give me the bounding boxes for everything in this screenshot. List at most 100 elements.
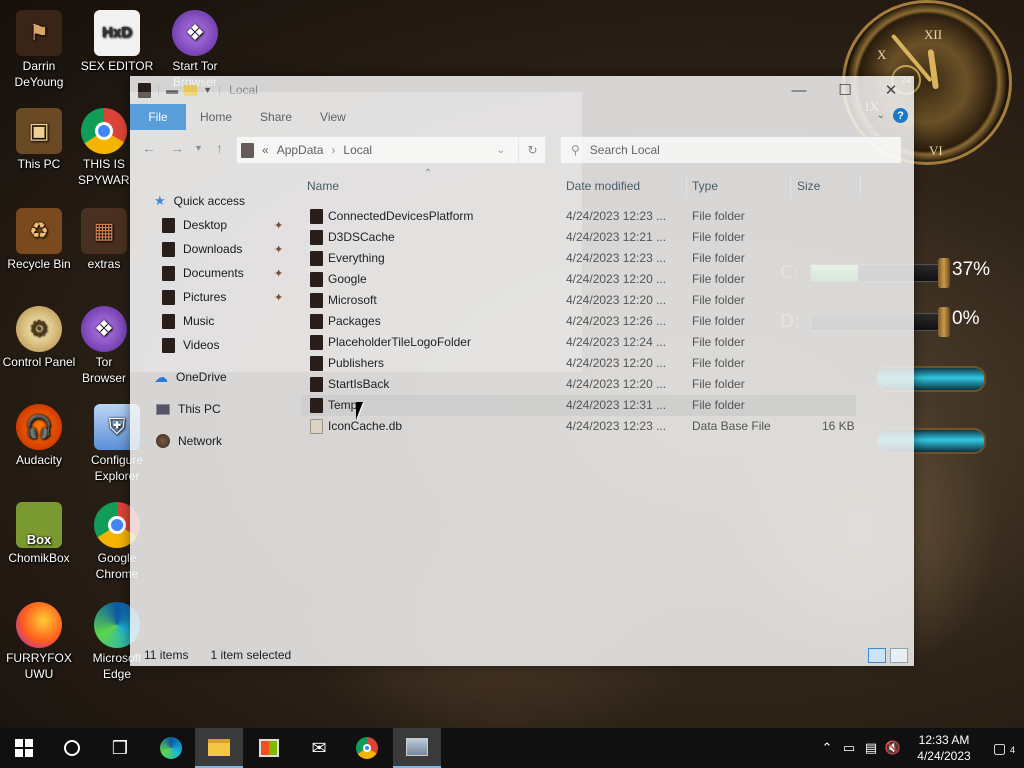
task-view-button[interactable]: ❒ [96, 728, 144, 768]
column-header-size[interactable]: Size [797, 179, 820, 193]
folder-icon [310, 377, 323, 392]
desktop-icon-this-pc[interactable]: ▣ This PC [0, 108, 78, 172]
search-input[interactable] [589, 143, 850, 157]
desktop-icon-spyware[interactable]: THIS IS SPYWARE [78, 108, 130, 188]
file-row[interactable]: ConnectedDevicesPlatform 4/24/2023 12:23… [302, 206, 856, 227]
nav-label: Downloads [183, 242, 243, 256]
tablet-icon[interactable]: ▭ [838, 740, 860, 756]
pin-icon: ✦ [274, 267, 284, 280]
taskbar-clock[interactable]: 12:33 AM 4/24/2023 [904, 732, 984, 764]
desktop-icon-audacity[interactable]: 🎧 Audacity [0, 404, 78, 468]
column-header-date[interactable]: Date modified [566, 179, 640, 193]
column-header-name[interactable]: Name [307, 179, 339, 193]
column-header-type[interactable]: Type [692, 179, 718, 193]
desktop-icon-extras[interactable]: ▦ extras [78, 208, 130, 272]
file-row[interactable]: Microsoft 4/24/2023 12:20 ... File folde… [302, 290, 856, 311]
ribbon-right-controls: ⌄ ? [877, 108, 908, 123]
nav-item-music[interactable]: Music [162, 310, 214, 332]
column-divider[interactable] [560, 174, 561, 198]
nav-label: Music [183, 314, 215, 328]
computer-icon [156, 403, 170, 415]
file-type: File folder [692, 230, 745, 244]
file-row[interactable]: PlaceholderTileLogoFolder 4/24/2023 12:2… [302, 332, 856, 353]
show-hidden-icons-chevron-icon[interactable]: ⌃ [816, 740, 838, 756]
taskbar: ❒ ✉ ⌃ ▭ ▤ 🔇 12:33 AM 4/24/2023 ▢ 4 [0, 728, 1024, 768]
status-bar: 11 items 1 item selected [130, 644, 914, 666]
desktop-icon-tor-browser[interactable]: ❖ Tor Browser [78, 306, 130, 386]
folder-icon [310, 398, 323, 413]
desktop-icon-label: FURRYFOX UWU [6, 651, 72, 681]
drive-bar-cap [938, 307, 950, 337]
file-row[interactable]: Everything 4/24/2023 12:23 ... File fold… [302, 248, 856, 269]
file-name: ConnectedDevicesPlatform [328, 209, 474, 223]
details-view-icon[interactable] [868, 648, 886, 663]
column-divider[interactable] [790, 174, 791, 198]
nav-item-videos[interactable]: Videos [162, 334, 219, 356]
help-icon[interactable]: ? [893, 108, 908, 123]
maximize-button[interactable]: ☐ [822, 76, 868, 104]
desktop-icon-chomikbox[interactable]: Box ChomikBox [0, 502, 78, 566]
file-row[interactable]: Google 4/24/2023 12:20 ... File folder [302, 269, 856, 290]
file-row[interactable]: StartIsBack 4/24/2023 12:20 ... File fol… [302, 374, 856, 395]
file-explorer-window: | ▬ ▼ | Local — ☐ ✕ File Home Share View… [130, 76, 914, 666]
taskbar-mail[interactable]: ✉ [295, 728, 343, 768]
desktop-icon-user-folder[interactable]: ⚑ Darrin DeYoung [0, 10, 78, 90]
cortana-button[interactable] [48, 728, 96, 768]
tor-browser-icon: ❖ [81, 306, 127, 352]
file-row[interactable]: Packages 4/24/2023 12:26 ... File folder [302, 311, 856, 332]
recycle-bin-icon: ♻ [16, 208, 62, 254]
file-type: File folder [692, 314, 745, 328]
file-type: File folder [692, 335, 745, 349]
file-type: File folder [692, 251, 745, 265]
nav-item-network[interactable]: Network [156, 430, 222, 452]
desktop-icon-label: Recycle Bin [7, 257, 71, 271]
desktop-icon-label: Audacity [15, 453, 63, 467]
nav-label: This PC [178, 402, 221, 416]
windows-logo-icon [15, 739, 33, 757]
desktop-icon-label: ChomikBox [8, 551, 70, 565]
file-date: 4/24/2023 12:20 ... [566, 272, 667, 286]
file-row[interactable]: D3DSCache 4/24/2023 12:21 ... File folde… [302, 227, 856, 248]
taskbar-file-explorer[interactable] [195, 728, 243, 768]
action-center-button[interactable]: ▢ 4 [984, 740, 1024, 757]
desktop-icon-control-panel[interactable]: ⚙ Control Panel [0, 306, 78, 370]
close-button[interactable]: ✕ [868, 76, 914, 104]
firefox-icon [16, 602, 62, 648]
column-divider[interactable] [860, 174, 861, 198]
file-row-selected[interactable]: Temp 4/24/2023 12:31 ... File folder [302, 395, 856, 416]
file-name: Everything [328, 251, 385, 265]
minimize-button[interactable]: — [776, 76, 822, 104]
volume-muted-icon[interactable]: 🔇 [882, 740, 904, 756]
file-type: Data Base File [692, 419, 771, 433]
folder-icon: ▦ [81, 208, 127, 254]
drive-usage-percent: 37% [952, 259, 991, 280]
nav-item-onedrive[interactable]: ☁ OneDrive [154, 366, 227, 388]
desktop-icon-furryfox[interactable]: FURRYFOX UWU [0, 602, 78, 682]
large-icons-view-icon[interactable] [890, 648, 908, 663]
selection-count: 1 item selected [210, 648, 292, 662]
file-type: File folder [692, 272, 745, 286]
chrome-icon [81, 108, 127, 154]
taskbar-edge[interactable] [147, 728, 195, 768]
file-row[interactable]: Publishers 4/24/2023 12:20 ... File fold… [302, 353, 856, 374]
taskbar-time: 12:33 AM [918, 733, 970, 747]
nav-item-this-pc[interactable]: This PC [156, 398, 221, 420]
search-box[interactable]: ⚲ [560, 136, 902, 164]
cortana-icon [64, 740, 80, 756]
desktop-icon-recycle-bin[interactable]: ♻ Recycle Bin [0, 208, 78, 272]
user-folder-icon: ⚑ [16, 10, 62, 56]
star-icon: ★ [154, 193, 166, 208]
expand-ribbon-chevron-icon[interactable]: ⌄ [877, 110, 885, 121]
edge-icon [160, 737, 182, 759]
taskbar-image-viewer[interactable] [393, 728, 441, 768]
nav-quick-access[interactable]: ★ Quick access [154, 190, 245, 212]
desktop-icon-hxd[interactable]: HxD SEX EDITOR [78, 10, 156, 74]
network-tray-icon[interactable]: ▤ [860, 740, 882, 756]
clock-hour-hand [927, 48, 939, 90]
column-divider[interactable] [686, 174, 687, 198]
taskbar-chrome[interactable] [343, 728, 391, 768]
folder-icon [162, 217, 175, 233]
taskbar-store[interactable] [245, 728, 293, 768]
file-row[interactable]: IconCache.db 4/24/2023 12:23 ... Data Ba… [302, 416, 856, 437]
start-button[interactable] [0, 728, 48, 768]
